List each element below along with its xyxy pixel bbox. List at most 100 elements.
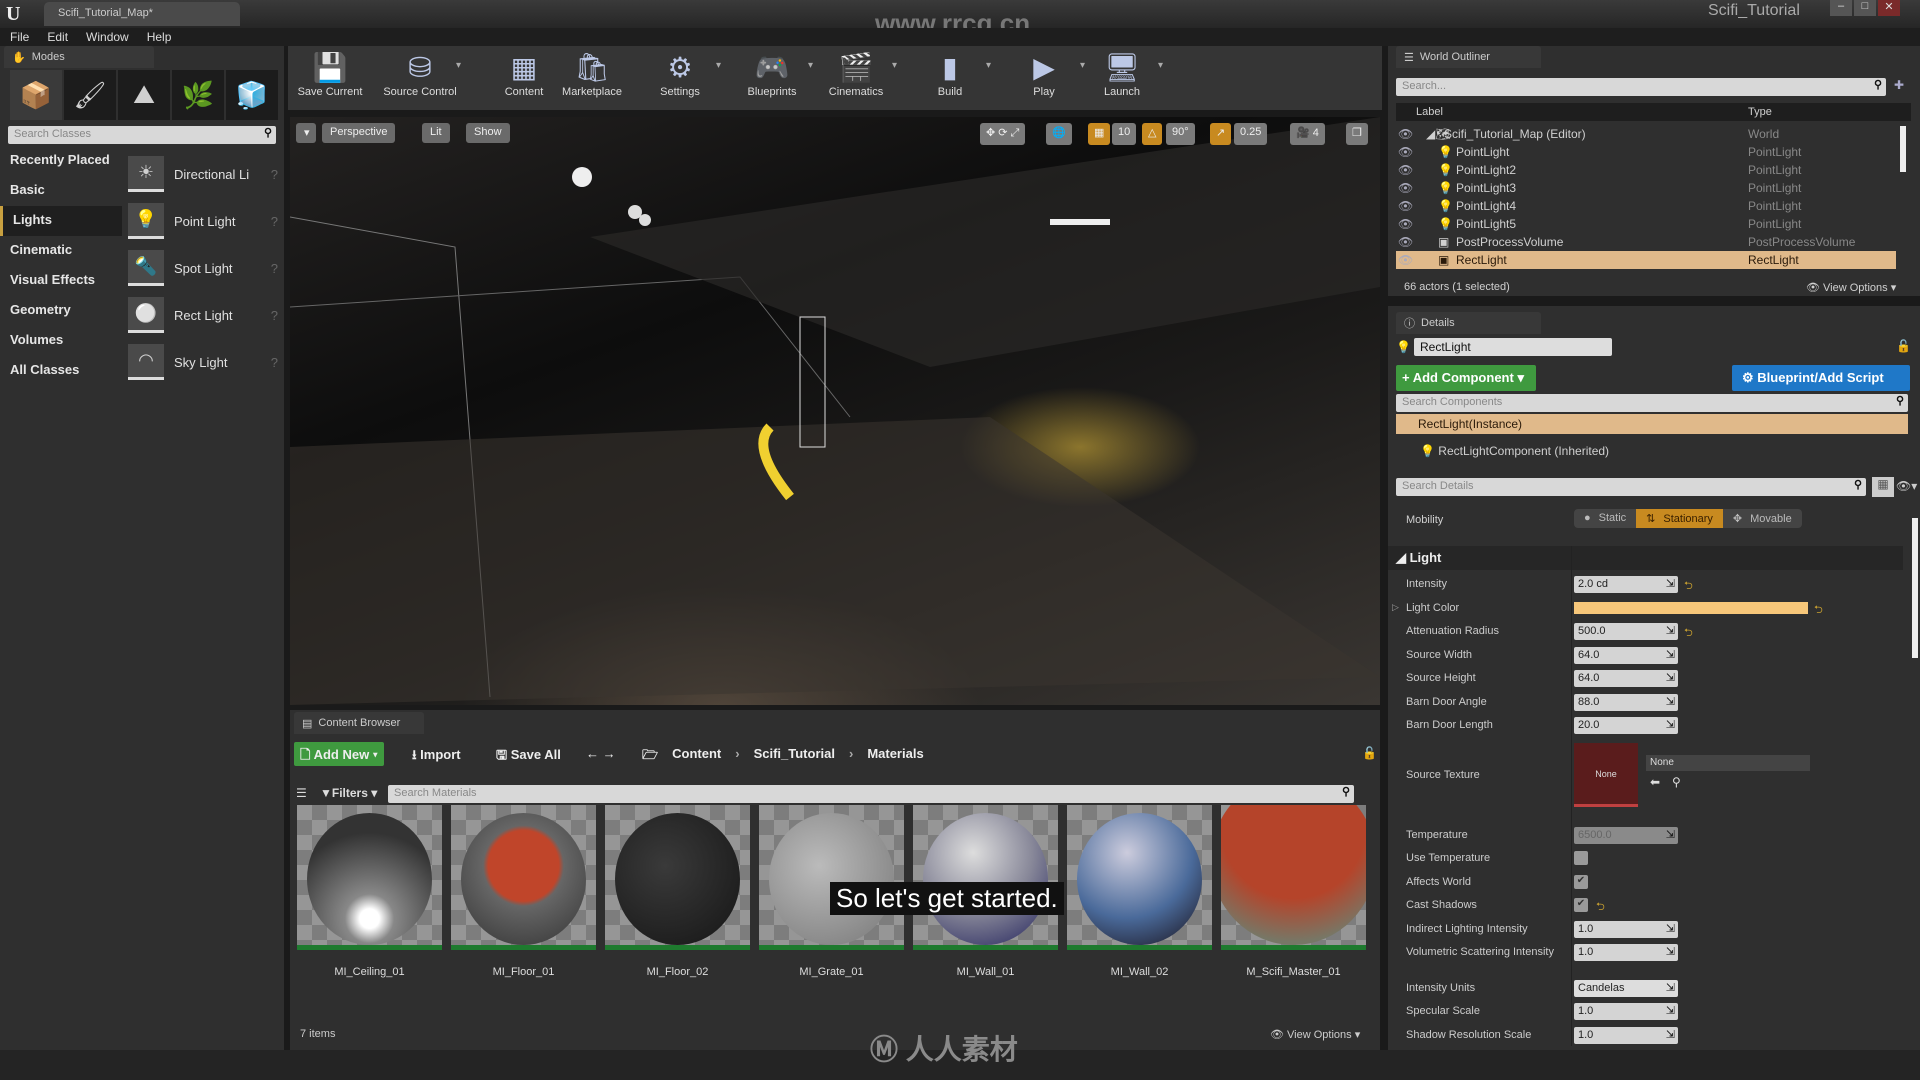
breadcrumb-content[interactable]: Content	[672, 746, 721, 762]
component-instance-row[interactable]: RectLight(Instance)	[1396, 414, 1908, 434]
browse-search-icon[interactable]: ⚲	[1672, 775, 1681, 789]
foliage-icon[interactable]: 🌿	[172, 70, 224, 120]
settings-button[interactable]: ⚙ Settings	[640, 50, 720, 108]
menu-help[interactable]: Help	[147, 28, 172, 46]
attenuation-radius-field[interactable]: 500.0	[1574, 623, 1678, 640]
outliner-row[interactable]: 👁 💡 PointLight5 PointLight	[1396, 215, 1896, 233]
visibility-eye-icon[interactable]: 👁	[1398, 127, 1413, 141]
source-texture-dropdown[interactable]: None	[1646, 754, 1810, 771]
light-item[interactable]: ☀ Directional Li?	[128, 152, 278, 196]
show-button[interactable]: Show	[466, 123, 510, 143]
blueprints-button[interactable]: 🎮 Blueprints	[732, 50, 812, 108]
world-local-icon[interactable]: 🌐	[1046, 123, 1072, 145]
paint-icon[interactable]: 🖌	[64, 70, 116, 120]
expand-arrow-icon[interactable]: ▷	[1392, 602, 1399, 613]
use-selected-arrow-icon[interactable]: ⬅	[1650, 775, 1660, 789]
document-tab[interactable]: Scifi_Tutorial_Map*	[44, 2, 240, 26]
source-control-button[interactable]: ⛁ Source Control	[380, 50, 460, 108]
help-icon[interactable]: ?	[271, 214, 278, 229]
add-new-button[interactable]: 🗋 Add New ▾	[294, 742, 384, 766]
reset-to-default-icon[interactable]: ⮌	[1596, 898, 1605, 917]
viewport-options-dropdown[interactable]: ▾	[296, 123, 316, 143]
cinematics-button[interactable]: 🎬 Cinematics	[816, 50, 896, 108]
barn-door-length-field[interactable]: 20.0	[1574, 717, 1678, 734]
save-current-button[interactable]: 💾 Save Current	[290, 50, 370, 108]
category-visual-effects[interactable]: Visual Effects	[0, 266, 122, 296]
build-button[interactable]: ▮ Build	[910, 50, 990, 108]
category-cinematic[interactable]: Cinematic	[0, 236, 122, 266]
visibility-eye-icon[interactable]: 👁	[1398, 163, 1413, 177]
mobility-movable[interactable]: ✥ Movable	[1723, 509, 1802, 528]
outliner-search-input[interactable]: Search... ⚲	[1396, 78, 1886, 96]
perspective-button[interactable]: Perspective	[322, 123, 396, 143]
dropdown-arrow-icon[interactable]: ▾	[892, 60, 897, 71]
dropdown-arrow-icon[interactable]: ▾	[716, 60, 721, 71]
camera-speed-button[interactable]: 🎥 4	[1290, 123, 1325, 145]
temperature-field[interactable]: 6500.0	[1574, 826, 1678, 844]
scale-snap-icon[interactable]: ↗	[1210, 123, 1232, 145]
place-icon[interactable]: 📦	[10, 70, 62, 120]
outliner-row[interactable]: 👁 💡 PointLight3 PointLight	[1396, 179, 1896, 197]
category-basic[interactable]: Basic	[0, 176, 122, 206]
asset-thumbnail[interactable]	[451, 805, 596, 950]
reset-to-default-icon[interactable]: ⮌	[1684, 577, 1693, 596]
label-column-header[interactable]: Label	[1416, 106, 1443, 118]
minimize-button[interactable]: –	[1830, 0, 1852, 16]
outliner-row[interactable]: 👁 ▣ RectLight RectLight	[1396, 251, 1896, 269]
view-options-button[interactable]: 👁 View Options ▾	[1270, 1028, 1360, 1041]
menu-file[interactable]: File	[10, 28, 29, 46]
light-item[interactable]: ⚪ Rect Light?	[128, 293, 278, 337]
source-width-field[interactable]: 64.0	[1574, 646, 1678, 664]
grid-snap-value[interactable]: 10	[1112, 123, 1137, 145]
source-texture-thumbnail[interactable]: None	[1574, 742, 1638, 807]
play-button[interactable]: ▶ Play	[1004, 50, 1084, 108]
visibility-eye-icon[interactable]: 👁	[1398, 199, 1413, 213]
help-icon[interactable]: ?	[271, 308, 278, 323]
help-icon[interactable]: ?	[271, 261, 278, 276]
outliner-row[interactable]: 👁 ▣ PostProcessVolume PostProcessVolume	[1396, 233, 1896, 251]
search-details-input[interactable]: Search Details ⚲	[1396, 478, 1866, 496]
search-classes-input[interactable]: Search Classes ⚲	[8, 126, 276, 144]
lit-button[interactable]: Lit	[422, 123, 450, 143]
visibility-eye-icon[interactable]: 👁	[1398, 253, 1413, 267]
visibility-eye-icon[interactable]: 👁	[1398, 181, 1413, 195]
add-component-button[interactable]: + Add Component ▾	[1396, 365, 1536, 391]
visibility-eye-icon[interactable]: 👁	[1398, 145, 1413, 159]
asset-thumbnail[interactable]	[297, 805, 442, 950]
modes-tab[interactable]: ✋ Modes	[4, 46, 154, 68]
history-back-forward[interactable]: ← →	[580, 742, 622, 766]
volumetric-scattering-intensity-field[interactable]: 1.0	[1574, 944, 1678, 961]
outliner-row[interactable]: 👁 💡 PointLight2 PointLight	[1396, 161, 1896, 179]
light-item[interactable]: 🔦 Spot Light?	[128, 246, 278, 290]
world-outliner-tab[interactable]: ☰ World Outliner	[1396, 46, 1541, 68]
transform-mode-icon[interactable]: ✥ ⟳ ⤢	[980, 123, 1026, 145]
create-folder-icon[interactable]: ✚	[1894, 78, 1904, 92]
dropdown-arrow-icon[interactable]: ▾	[808, 60, 813, 71]
source-height-field[interactable]: 64.0	[1574, 670, 1678, 687]
import-button[interactable]: ⭳ Import	[406, 742, 467, 766]
category-volumes[interactable]: Volumes	[0, 326, 122, 356]
details-tab[interactable]: ⓘ Details	[1396, 312, 1541, 334]
sources-toggle-icon[interactable]: ☰	[296, 786, 307, 800]
intensity-field[interactable]: 2.0 cd	[1574, 576, 1678, 593]
marketplace-button[interactable]: 🛍 Marketplace	[552, 50, 632, 108]
indirect-lighting-intensity-field[interactable]: 1.0	[1574, 920, 1678, 938]
help-icon[interactable]: ?	[271, 355, 278, 370]
close-button[interactable]: ✕	[1878, 0, 1900, 16]
specular-scale-field[interactable]: 1.0	[1574, 1003, 1678, 1020]
light-item[interactable]: 💡 Point Light?	[128, 199, 278, 243]
property-matrix-icon[interactable]: ▦	[1872, 477, 1894, 497]
light-section-header[interactable]: ◢ Light	[1388, 546, 1903, 570]
reset-to-default-icon[interactable]: ⮌	[1684, 624, 1693, 643]
geometry-edit-icon[interactable]: 🧊	[226, 70, 278, 120]
search-materials-input[interactable]: Search Materials ⚲	[388, 785, 1354, 803]
dropdown-arrow-icon[interactable]: ▾	[986, 60, 991, 71]
reset-to-default-icon[interactable]: ⮌	[1814, 601, 1823, 620]
mobility-static[interactable]: ● Static	[1574, 509, 1636, 528]
light-color-swatch[interactable]	[1574, 601, 1808, 614]
type-column-header[interactable]: Type	[1748, 106, 1772, 118]
details-scrollbar[interactable]	[1912, 518, 1918, 658]
lock-icon[interactable]: 🔓	[1362, 746, 1377, 760]
grid-snap-icon[interactable]: ▦	[1088, 123, 1111, 145]
rotation-snap-value[interactable]: 90°	[1166, 123, 1195, 145]
